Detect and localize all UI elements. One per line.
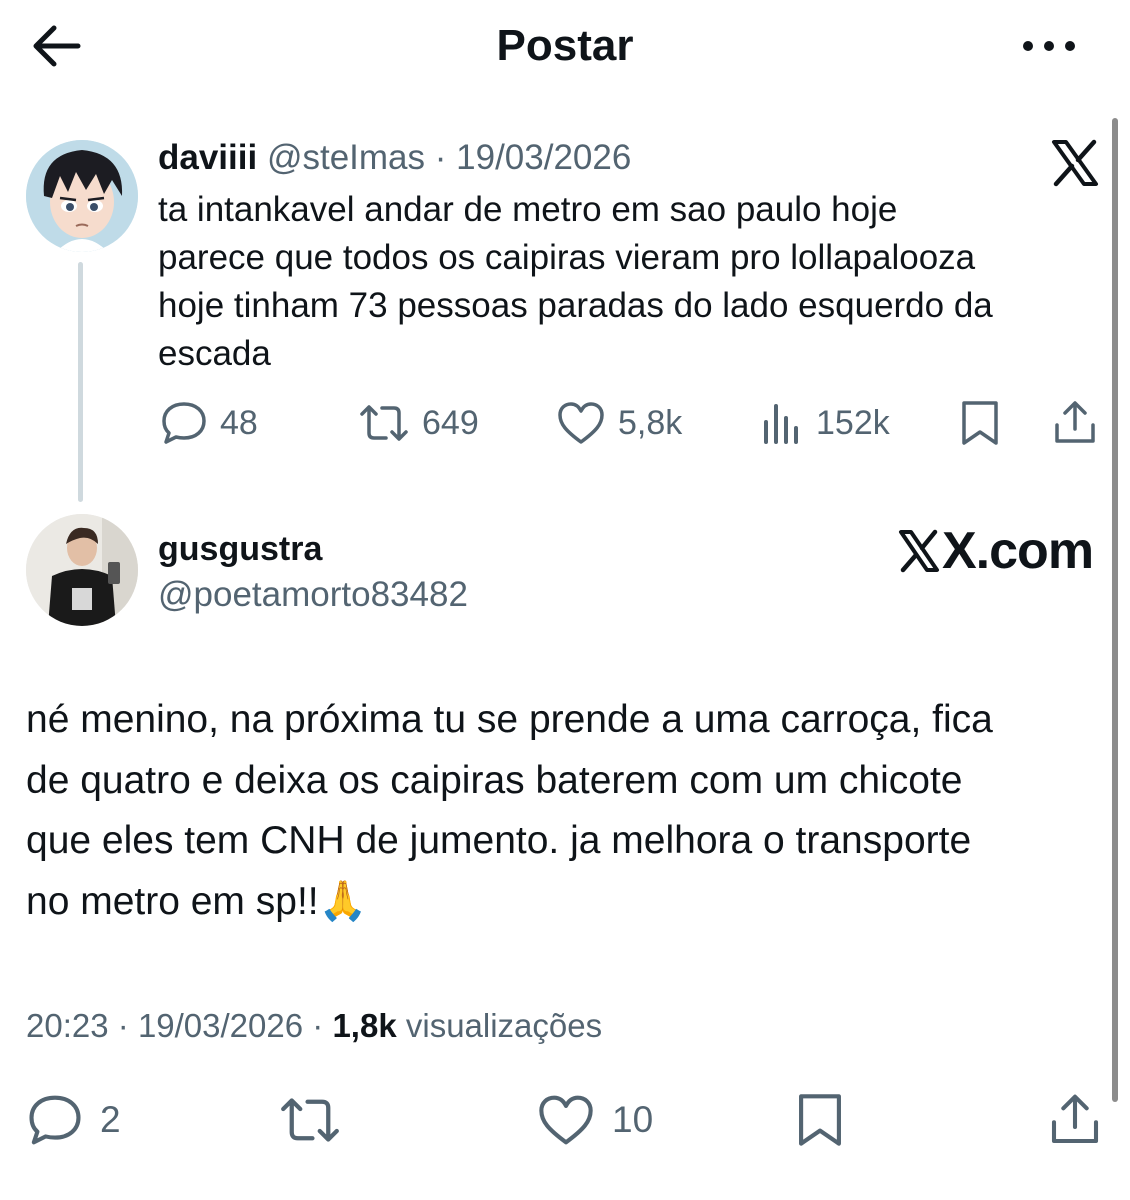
reply-icon: [162, 402, 206, 444]
reply-button[interactable]: 2: [26, 1090, 121, 1150]
praying-hands-emoji: 🙏: [318, 879, 368, 923]
separator-dot: ·: [434, 138, 447, 177]
quoted-handle[interactable]: @steImas: [267, 138, 425, 177]
anime-avatar-image: [26, 140, 138, 252]
share-button[interactable]: [1048, 1090, 1118, 1150]
reply-text-line: que eles tem CNH de jumento. ja melhora …: [26, 819, 972, 862]
share-icon: [1051, 1094, 1099, 1144]
reply-display-name[interactable]: gusgustra: [158, 528, 322, 570]
reply-views-count: 1,8k: [332, 1007, 397, 1044]
repost-icon: [281, 1098, 339, 1142]
scrollbar[interactable]: [1112, 118, 1118, 1102]
thread-connector-line: [78, 262, 83, 502]
reply-date[interactable]: 19/03/2026: [138, 1007, 303, 1044]
quoted-bookmark-button[interactable]: [958, 396, 1014, 450]
separator-dot: ·: [117, 1007, 129, 1044]
quoted-share-button[interactable]: [1052, 396, 1110, 450]
heart-icon: [558, 402, 604, 444]
bookmark-button[interactable]: [794, 1090, 862, 1150]
quoted-reply-button[interactable]: 48: [160, 396, 258, 450]
quoted-like-button[interactable]: 5,8k: [556, 396, 682, 450]
quoted-text-line: parece que todos os caipiras vieram pro …: [158, 238, 976, 277]
share-icon: [1055, 401, 1095, 443]
heart-icon: [539, 1095, 593, 1145]
avatar-gusgustra[interactable]: [26, 514, 138, 626]
page-title: Postar: [496, 21, 634, 70]
reply-text-line-last: no metro em sp!!🙏: [26, 872, 1116, 933]
x-logo-icon: [1050, 138, 1100, 188]
quoted-repost-button[interactable]: 649: [358, 396, 479, 450]
like-button[interactable]: 10: [536, 1090, 653, 1150]
x-logo-icon: [899, 529, 939, 573]
repost-icon: [360, 405, 408, 441]
reply-handle[interactable]: @poetamorto83482: [158, 574, 468, 616]
reply-time[interactable]: 20:23: [26, 1007, 109, 1044]
separator-dot: ·: [312, 1007, 324, 1044]
reply-text-line: né menino, na próxima tu se prende a uma…: [26, 698, 993, 741]
more-options-button[interactable]: [1018, 24, 1080, 68]
quoted-reply-count: 48: [220, 403, 258, 442]
avatar-daviiii[interactable]: [26, 140, 138, 252]
quoted-text-line: hoje tinham 73 pessoas paradas do lado e…: [158, 286, 993, 325]
reply-count: 2: [100, 1099, 121, 1140]
quoted-display-name[interactable]: daviiii: [158, 138, 257, 177]
reply-text-line: de quatro e deixa os caipiras baterem co…: [26, 758, 963, 802]
quoted-text-line: ta intankavel andar de metro em sao paul…: [158, 190, 898, 229]
quoted-views-button[interactable]: 152k: [760, 396, 890, 450]
quoted-like-count: 5,8k: [618, 403, 683, 442]
reply-views-label: visualizações: [405, 1007, 603, 1044]
like-count: 10: [612, 1099, 654, 1140]
reply-post-text: né menino, na próxima tu se prende a uma…: [26, 690, 1116, 932]
reply-meta: 20:23 · 19/03/2026 · 1,8k visualizações: [26, 1004, 602, 1048]
quoted-post-text: ta intankavel andar de metro em sao paul…: [158, 186, 1098, 378]
quoted-text-line: escada: [158, 334, 271, 373]
bookmark-icon: [799, 1094, 841, 1146]
quoted-repost-count: 649: [422, 403, 479, 442]
x-com-watermark: X.com: [898, 520, 1094, 582]
reply-text-line: no metro em sp!!: [26, 879, 319, 923]
repost-button[interactable]: [278, 1090, 358, 1150]
profile-photo-image: [26, 514, 138, 626]
analytics-icon: [764, 404, 798, 444]
quoted-post-header: daviiii @steImas · 19/03/2026: [158, 136, 631, 180]
quoted-views-count: 152k: [816, 403, 890, 442]
reply-icon: [29, 1095, 81, 1145]
more-horizontal-icon: [1023, 41, 1075, 51]
x-com-text: X.com: [942, 522, 1094, 580]
bookmark-icon: [962, 401, 998, 445]
quoted-date[interactable]: 19/03/2026: [456, 138, 631, 177]
